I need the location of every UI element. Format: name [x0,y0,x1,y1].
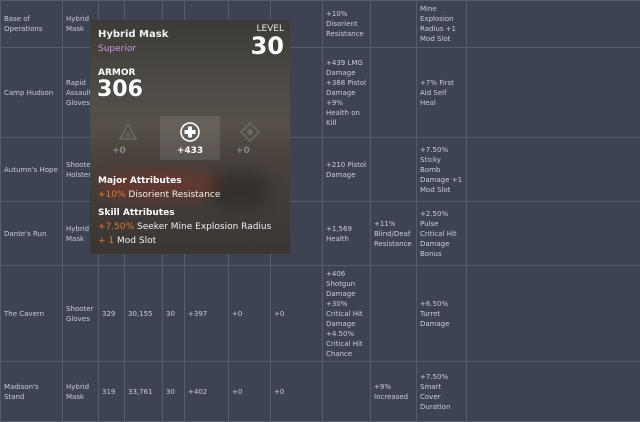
gearscore-cell: 33,761 [125,362,163,422]
location-cell[interactable]: The Cavern [1,266,63,362]
electronics-value: +0 [236,146,280,156]
major-attr-cell [323,362,371,422]
empty-cell [467,266,640,362]
firearms-cell: +397 [185,266,229,362]
electronics-cell: +0 [271,266,323,362]
empty-cell [467,1,640,48]
armor-cell: 319 [99,362,125,422]
table-row[interactable]: The Cavern Shooter Gloves 329 30,155 30 … [1,266,640,362]
major-attr-cell: +1,569 Health [323,202,371,266]
electronics-cell: +0 [271,362,323,422]
level-value: 30 [251,33,284,59]
skill-attr-cell: +7.50% Sticky Bomb Damage +1 Mod Slot [417,138,467,202]
skill-attr-cell: +7.50% Smart Cover Duration [417,362,467,422]
stamina-cell: +0 [229,266,271,362]
armor-value: 306 [97,78,143,102]
minor-attr-cell: +11% Blind/Deaf Resistance [371,202,417,266]
empty-cell [467,202,640,266]
major-attr-cell: +10% Disorient Resistance [323,1,371,48]
major-attr-cell: +439 LMG Damage +368 Pistol Damage +9% H… [323,48,371,138]
skill-attribute-text: Mod Slot [117,236,156,246]
skill-attr-cell: +7% First Aid Self Heal [417,48,467,138]
skill-attribute-text: Seeker Mine Explosion Radius [137,222,271,232]
empty-cell [467,138,640,202]
minor-attr-cell: +9% Increased [371,362,417,422]
skill-attr-cell: +6.50% Turret Damage [417,266,467,362]
skill-attribute-value: + 1 [98,236,114,246]
major-attr-cell: +210 Pistol Damage [323,138,371,202]
minor-attr-cell [371,1,417,48]
location-cell[interactable]: Madison's Stand [1,362,63,422]
major-attribute-text: Disorient Resistance [128,190,220,200]
skill-attribute-line: + 1 Mod Slot [98,236,156,246]
location-cell[interactable]: Base of Operations [1,1,63,48]
table-row[interactable]: Madison's Stand Hybrid Mask 319 33,761 3… [1,362,640,422]
item-rarity: Superior [98,44,136,54]
electronics-icon [240,122,260,142]
minor-attr-cell [371,138,417,202]
major-attribute-value: +10% [98,190,126,200]
minor-attr-cell [371,266,417,362]
level-cell: 30 [163,266,185,362]
firearms-value: +0 [112,146,158,156]
stamina-medical-icon [180,122,200,142]
empty-cell [467,362,640,422]
armor-cell: 329 [99,266,125,362]
location-cell[interactable]: Camp Hudson [1,48,63,138]
item-tooltip: Hybrid Mask Superior LEVEL 30 ARMOR 306 … [90,20,290,254]
skill-attribute-value: +7.50% [98,222,134,232]
item-type-cell: Hybrid Mask [63,362,99,422]
stamina-cell: +0 [229,362,271,422]
minor-attr-cell [371,48,417,138]
firearms-cell: +402 [185,362,229,422]
major-attr-cell: +406 Shotgun Damage +30% Critical Hit Da… [323,266,371,362]
item-name: Hybrid Mask [98,29,168,40]
firearms-icon [118,122,138,142]
location-cell[interactable]: Dante's Run [1,202,63,266]
major-attributes-header: Major Attributes [98,176,182,186]
skill-attribute-line: +7.50% Seeker Mine Explosion Radius [98,222,271,232]
gearscore-cell: 30,155 [125,266,163,362]
empty-cell [467,48,640,138]
stamina-stat: +433 [160,116,220,160]
major-attribute-line: +10% Disorient Resistance [98,190,220,200]
skill-attr-cell: Mine Explosion Radius +1 Mod Slot [417,1,467,48]
skill-attr-cell: +2.50% Pulse Critical Hit Damage Bonus [417,202,467,266]
location-cell[interactable]: Autumn's Hope [1,138,63,202]
electronics-stat: +0 [220,116,280,160]
item-type-cell: Shooter Gloves [63,266,99,362]
firearms-stat: +0 [98,116,158,160]
stamina-value: +433 [160,146,220,156]
skill-attributes-header: Skill Attributes [98,208,175,218]
level-cell: 30 [163,362,185,422]
